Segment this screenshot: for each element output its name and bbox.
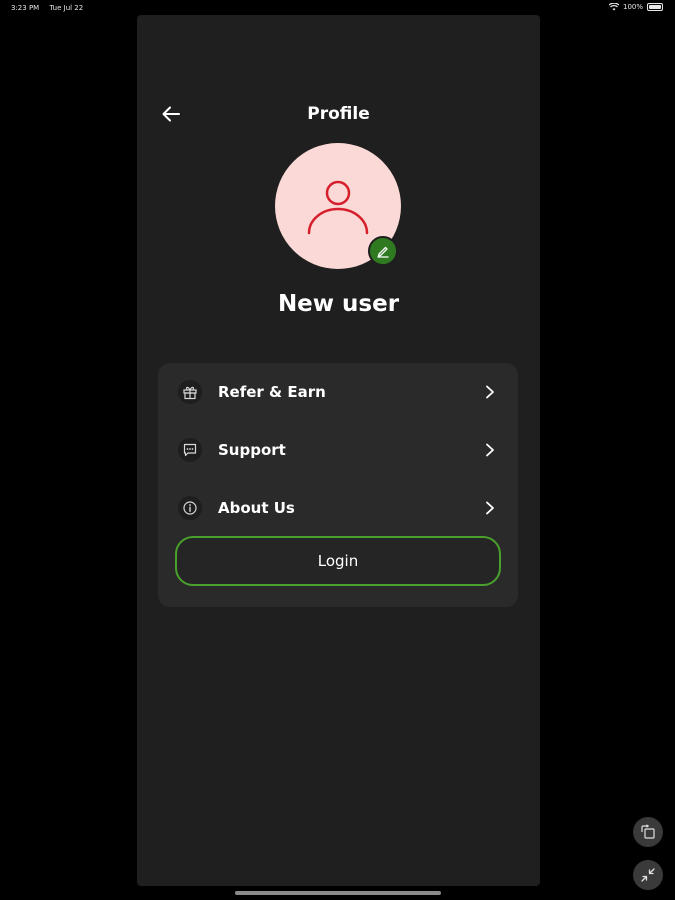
- page-title: Profile: [307, 104, 370, 124]
- pencil-icon: [377, 246, 389, 258]
- status-bar: 3:23 PM Tue Jul 22 100%: [0, 0, 675, 16]
- menu-label-refer-earn: Refer & Earn: [218, 383, 326, 401]
- edit-avatar-button[interactable]: [368, 236, 398, 266]
- menu-card: Refer & Earn Support About Us Login: [158, 363, 518, 607]
- login-button[interactable]: Login: [175, 536, 501, 586]
- menu-icon-wrapper: [178, 496, 202, 520]
- menu-icon-wrapper: [178, 380, 202, 404]
- chevron-right-icon: [482, 442, 498, 458]
- menu-label-support: Support: [218, 441, 286, 459]
- menu-icon-wrapper: [178, 438, 202, 462]
- menu-item-support[interactable]: Support: [158, 426, 518, 474]
- menu-item-refer-earn[interactable]: Refer & Earn: [158, 368, 518, 416]
- user-name: New user: [277, 291, 400, 317]
- chevron-right-icon: [482, 384, 498, 400]
- header: Profile: [137, 99, 540, 129]
- wifi-icon: [608, 3, 619, 11]
- status-left: 3:23 PM Tue Jul 22: [11, 4, 91, 12]
- status-date: Tue Jul 22: [49, 4, 84, 12]
- collapse-arrows-icon: [641, 868, 655, 882]
- user-icon: [307, 180, 369, 235]
- chevron-right-icon: [482, 500, 498, 516]
- status-right: 100%: [608, 3, 663, 11]
- rotate-screen-button[interactable]: [633, 817, 663, 847]
- battery-percent: 100%: [622, 3, 643, 11]
- menu-item-about-us[interactable]: About Us: [158, 484, 518, 532]
- app-panel: Profile New user Refer & Earn Support Ab…: [137, 15, 540, 886]
- chat-icon: [183, 443, 197, 457]
- info-icon: [183, 501, 197, 515]
- minimize-button[interactable]: [633, 860, 663, 890]
- menu-label-about-us: About Us: [218, 499, 295, 517]
- home-indicator[interactable]: [235, 891, 441, 895]
- status-time: 3:23 PM: [11, 4, 40, 12]
- rotate-icon: [641, 824, 655, 839]
- battery-icon: [647, 3, 663, 11]
- gift-icon: [183, 386, 197, 400]
